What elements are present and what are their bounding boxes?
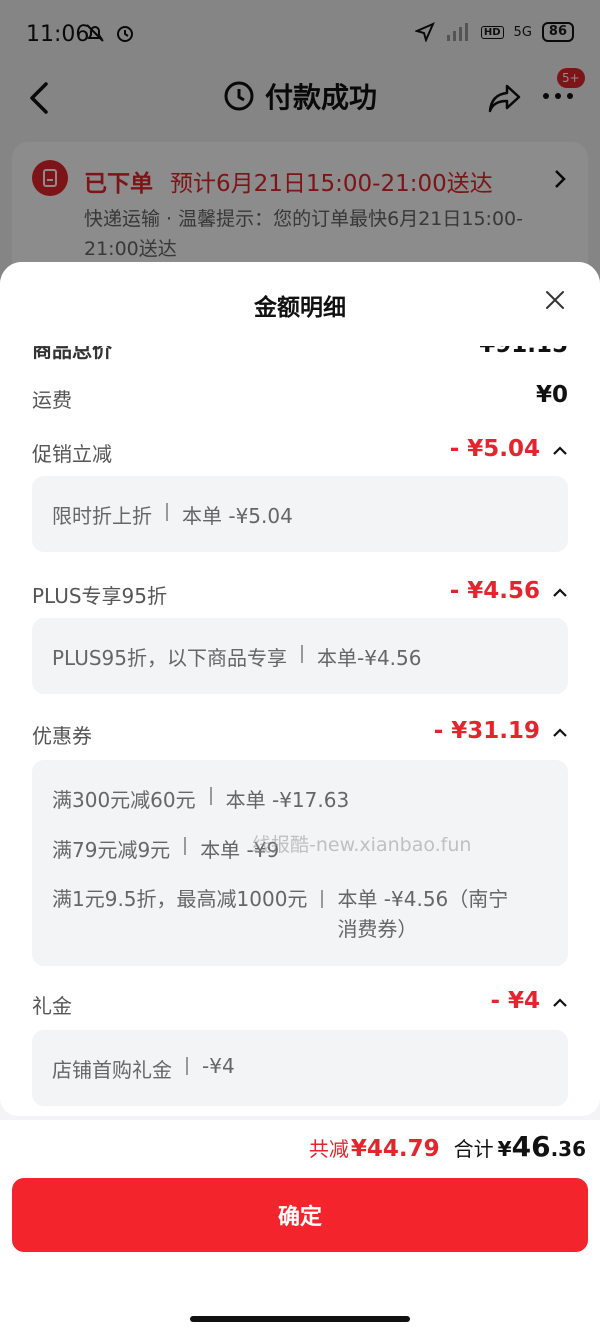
row-label: PLUS专享95折 [32, 584, 167, 608]
watermark: 线报酷-new.xianbao.fun [252, 834, 472, 856]
total-currency: ¥ [497, 1137, 512, 1161]
row-label: 促销立减 [32, 442, 112, 466]
detail-line: PLUS95折，以下商品专享 本单-¥4.56 [52, 645, 422, 670]
total-integer: 46 [511, 1130, 551, 1163]
detail-line: 满79元减9元 本单 -¥9 [52, 837, 280, 862]
detail-line: 限时折上折 本单 -¥5.04 [52, 503, 293, 528]
row-value: ¥0 [535, 382, 568, 408]
promotion-detail-box: 限时折上折 本单 -¥5.04 [32, 476, 568, 552]
plus-detail-box: PLUS95折，以下商品专享 本单-¥4.56 [32, 618, 568, 694]
row-label: 礼金 [32, 994, 72, 1018]
sheet-body[interactable]: 商品总价 ¥91.15 运费 ¥0 促销立减 - ¥5.04 限时折上折本单 -… [0, 346, 600, 1116]
chevron-up-icon[interactable] [552, 444, 568, 456]
footer-total: 共减 ¥44.79 合计 ¥ 46 .36 [309, 1130, 586, 1163]
row-plus-discount[interactable]: PLUS专享95折 - ¥4.56 [32, 578, 568, 612]
home-indicator[interactable] [190, 1316, 410, 1322]
row-value: - ¥4 [490, 988, 540, 1014]
chevron-up-icon[interactable] [552, 996, 568, 1008]
row-label: 商品总价 [32, 346, 112, 362]
detail-line: 店铺首购礼金 -¥4 [52, 1054, 235, 1082]
row-gift-money[interactable]: 礼金 - ¥4 [32, 988, 568, 1022]
detail-line: 满300元减60元 本单 -¥17.63 [52, 787, 350, 812]
row-value: ¥91.15 [479, 346, 568, 358]
discount-label: 共减 [308, 1137, 349, 1161]
chevron-up-icon[interactable] [552, 586, 568, 598]
row-label: 优惠券 [32, 724, 92, 748]
discount-value: ¥44.79 [350, 1136, 440, 1162]
row-label: 运费 [32, 388, 72, 412]
sheet-title: 金额明细 [254, 295, 346, 321]
row-value: - ¥5.04 [449, 436, 540, 462]
footer-bar: 共减 ¥44.79 合计 ¥ 46 .36 确定 [0, 1120, 600, 1333]
row-value: - ¥4.56 [449, 578, 540, 604]
cut-off-row: 商品总价 ¥91.15 [32, 346, 568, 362]
confirm-button[interactable]: 确定 [12, 1178, 588, 1252]
coupon-detail-box: 满300元减60元 本单 -¥17.63 满79元减9元 本单 -¥9 满1元9.5… [32, 760, 568, 966]
total-decimal: .36 [550, 1137, 586, 1161]
row-promotion[interactable]: 促销立减 - ¥5.04 [32, 436, 568, 470]
chevron-up-icon[interactable] [552, 726, 568, 738]
total-label: 合计 [453, 1137, 494, 1161]
row-value: - ¥31.19 [433, 718, 540, 744]
row-coupon[interactable]: 优惠券 - ¥31.19 [32, 718, 568, 752]
close-icon[interactable] [543, 288, 567, 312]
gift-detail-box: 店铺首购礼金 -¥4 [32, 1030, 568, 1106]
sheet-header: 金额明细 [0, 262, 600, 346]
detail-line: 满1元9.5折，最高减1000元 本单 -¥4.56（南宁 消费券） [52, 887, 509, 941]
row-shipping: 运费 ¥0 [32, 382, 568, 416]
